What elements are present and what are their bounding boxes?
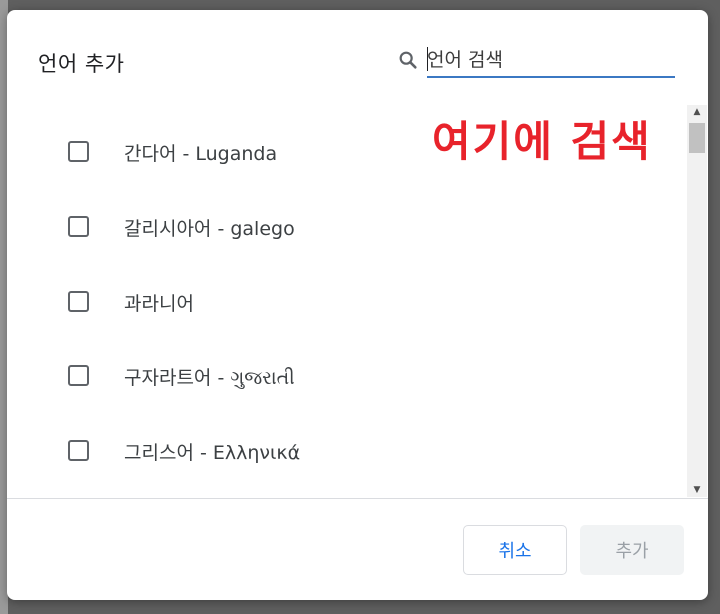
search-icon — [397, 49, 419, 71]
search-input[interactable] — [427, 44, 675, 78]
checkbox[interactable] — [68, 291, 89, 312]
language-label: 과라니어 — [124, 293, 194, 315]
add-language-dialog: 언어 추가 여기에 검색 간다어 - Luganda 갈리시아어 - galeg… — [7, 10, 708, 600]
language-label: 그리스어 - Ελληνικά — [124, 442, 301, 464]
scroll-up-arrow-icon[interactable]: ▲ — [687, 105, 707, 119]
footer-divider — [7, 498, 708, 499]
language-label: 구자라트어 - ગુજરાતી — [124, 367, 295, 389]
checkbox[interactable] — [68, 216, 89, 237]
language-item[interactable]: 간다어 - Luganda — [7, 123, 687, 183]
language-list: 간다어 - Luganda 갈리시아어 - galego 과라니어 구자라트어 … — [7, 105, 687, 497]
search-box[interactable] — [397, 44, 677, 78]
add-button[interactable]: 추가 — [580, 525, 684, 575]
checkbox[interactable] — [68, 141, 89, 162]
dialog-title: 언어 추가 — [38, 52, 125, 76]
cancel-button[interactable]: 취소 — [463, 525, 567, 575]
checkbox[interactable] — [68, 440, 89, 461]
language-label: 갈리시아어 - galego — [124, 218, 295, 240]
language-item[interactable]: 그리스어 - Ελληνικά — [7, 422, 687, 482]
language-item[interactable]: 과라니어 — [7, 273, 687, 333]
scrollbar-thumb[interactable] — [689, 123, 705, 153]
scroll-down-arrow-icon[interactable]: ▼ — [687, 483, 707, 497]
text-caret — [427, 47, 428, 71]
list-scrollbar[interactable]: ▲ ▼ — [687, 105, 707, 497]
language-item[interactable]: 갈리시아어 - galego — [7, 198, 687, 258]
language-label: 간다어 - Luganda — [124, 143, 278, 165]
checkbox[interactable] — [68, 365, 89, 386]
language-item[interactable]: 구자라트어 - ગુજરાતી — [7, 347, 687, 407]
